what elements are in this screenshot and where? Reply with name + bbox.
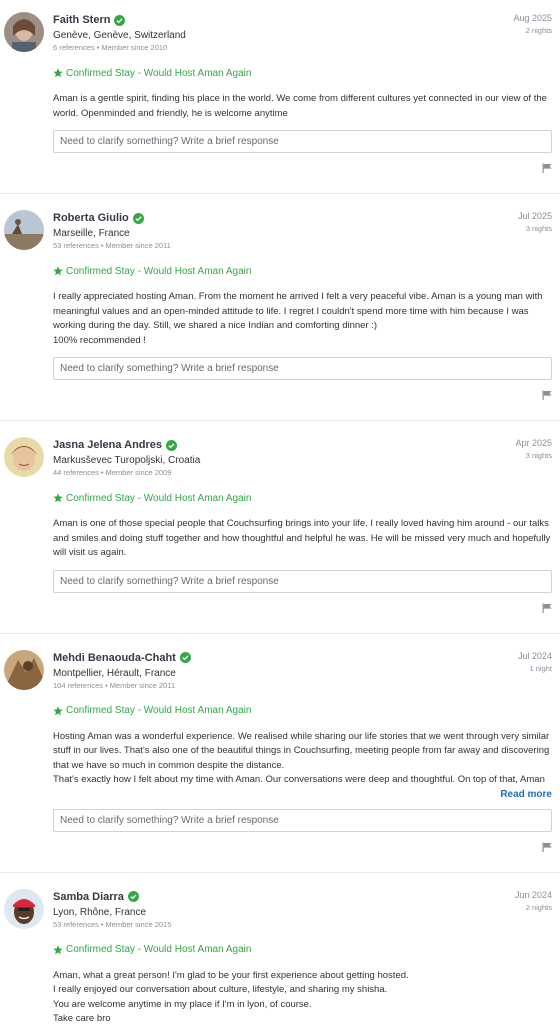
avatar[interactable] — [4, 888, 44, 929]
reviewer-location: Marseille, France — [53, 228, 130, 239]
flag-icon[interactable] — [542, 842, 552, 852]
confirmed-stay-label: Confirmed Stay - Would Host Aman Again — [53, 264, 552, 278]
reference-text: Hosting Aman was a wonderful experience.… — [53, 730, 550, 786]
reference-count: 53 references — [53, 241, 99, 250]
member-since: Member since 2009 — [105, 468, 172, 477]
star-icon — [53, 705, 63, 715]
verified-check-icon — [114, 14, 126, 26]
reference-card: Samba Diarra Lyon, Rhône, France 53 refe… — [0, 871, 560, 1027]
avatar[interactable] — [4, 12, 44, 52]
reviewer-location: Genève, Genève, Switzerland — [53, 30, 186, 41]
stay-nights: 3 nights — [525, 451, 552, 460]
reply-input[interactable] — [53, 130, 552, 153]
verified-check-icon — [166, 439, 178, 451]
reviewer-name[interactable]: Samba Diarra — [53, 891, 124, 903]
reply-input[interactable] — [53, 569, 552, 593]
reference-text: I really appreciated hosting Aman. From … — [53, 291, 543, 346]
reference-date: Apr 2025 — [515, 438, 552, 448]
confirmed-stay-label: Confirmed Stay - Would Host Aman Again — [53, 943, 552, 957]
avatar[interactable] — [4, 437, 44, 477]
verified-check-icon — [132, 212, 144, 224]
flag-icon[interactable] — [542, 163, 552, 173]
verified-check-icon — [179, 652, 191, 663]
avatar[interactable] — [4, 649, 44, 690]
reply-input[interactable] — [53, 808, 552, 832]
confirmed-stay-label: Confirmed Stay - Would Host Aman Again — [53, 66, 552, 80]
reference-date: Aug 2025 — [513, 13, 552, 23]
stay-nights: 3 nights — [525, 224, 552, 233]
reference-text: Aman, what a great person! I'm glad to b… — [53, 969, 409, 1025]
reviewer-meta: 104 references • Member since 2011 — [53, 680, 175, 690]
reviewer-meta: 44 references • Member since 2009 — [53, 468, 172, 477]
reviewer-location: Montpellier, Hérault, France — [53, 667, 176, 679]
confirmed-stay-label: Confirmed Stay - Would Host Aman Again — [53, 491, 552, 505]
flag-icon[interactable] — [542, 390, 552, 400]
reference-card: Jasna Jelena Andres Markusševec Turopolj… — [0, 420, 560, 633]
stay-nights: 2 nights — [525, 902, 552, 912]
reviewer-name[interactable]: Mehdi Benaouda-Chaht — [53, 652, 176, 664]
reply-input[interactable] — [53, 357, 552, 380]
stay-info: Jun 2024 2 nights — [515, 890, 552, 912]
reference-date: Jul 2024 — [517, 650, 552, 661]
reference-date: Jul 2025 — [517, 211, 552, 221]
star-icon — [53, 266, 63, 276]
reviewer-name[interactable]: Jasna Jelena Andres — [53, 439, 162, 451]
stay-nights: 2 nights — [525, 26, 552, 35]
reference-text: Aman is a gentle spirit, finding his pla… — [53, 93, 547, 119]
reference-card: Faith Stern Genève, Genève, Switzerland … — [0, 0, 560, 193]
stay-info: Aug 2025 2 nights — [513, 13, 552, 35]
verified-check-icon — [127, 891, 139, 902]
reviewer-name[interactable]: Roberta Giulio — [53, 212, 129, 224]
reference-date: Jun 2024 — [514, 889, 552, 900]
reviewer-meta: 53 references • Member since 2015 — [53, 919, 172, 929]
reference-count: 104 references — [53, 680, 104, 690]
reviewer-name[interactable]: Faith Stern — [53, 14, 110, 26]
reviewer-meta: 6 references • Member since 2010 — [53, 43, 168, 52]
member-since: Member since 2010 — [101, 43, 168, 52]
member-since: Member since 2015 — [105, 919, 172, 929]
stay-info: Apr 2025 3 nights — [515, 438, 552, 460]
reference-card: Mehdi Benaouda-Chaht Montpellier, Héraul… — [0, 632, 560, 872]
reviewer-location: Lyon, Rhône, France — [53, 906, 147, 918]
confirmed-stay-label: Confirmed Stay - Would Host Aman Again — [53, 704, 552, 718]
stay-info: Jul 2025 3 nights — [518, 211, 552, 233]
star-icon — [53, 493, 63, 503]
stay-nights: 1 night — [529, 663, 552, 673]
reference-count: 44 references — [53, 468, 99, 477]
member-since: Member since 2011 — [105, 241, 171, 250]
references-feed: Faith Stern Genève, Genève, Switzerland … — [0, 0, 560, 1027]
star-icon — [53, 68, 63, 78]
reviewer-meta: 53 references • Member since 2011 — [53, 241, 171, 250]
reference-count: 6 references — [53, 43, 95, 52]
star-icon — [53, 944, 63, 954]
reviewer-location: Markusševec Turopoljski, Croatia — [53, 455, 201, 466]
stay-info: Jul 2024 1 night — [518, 651, 552, 673]
reference-text: Aman is one of those special people that… — [53, 518, 551, 558]
avatar[interactable] — [4, 210, 44, 250]
reference-count: 53 references — [53, 919, 99, 929]
reference-card: Roberta Giulio Marseille, France 53 refe… — [0, 193, 560, 420]
flag-icon[interactable] — [542, 603, 552, 613]
member-since: Member since 2011 — [109, 680, 175, 690]
read-more-link[interactable]: Read more — [53, 789, 552, 800]
